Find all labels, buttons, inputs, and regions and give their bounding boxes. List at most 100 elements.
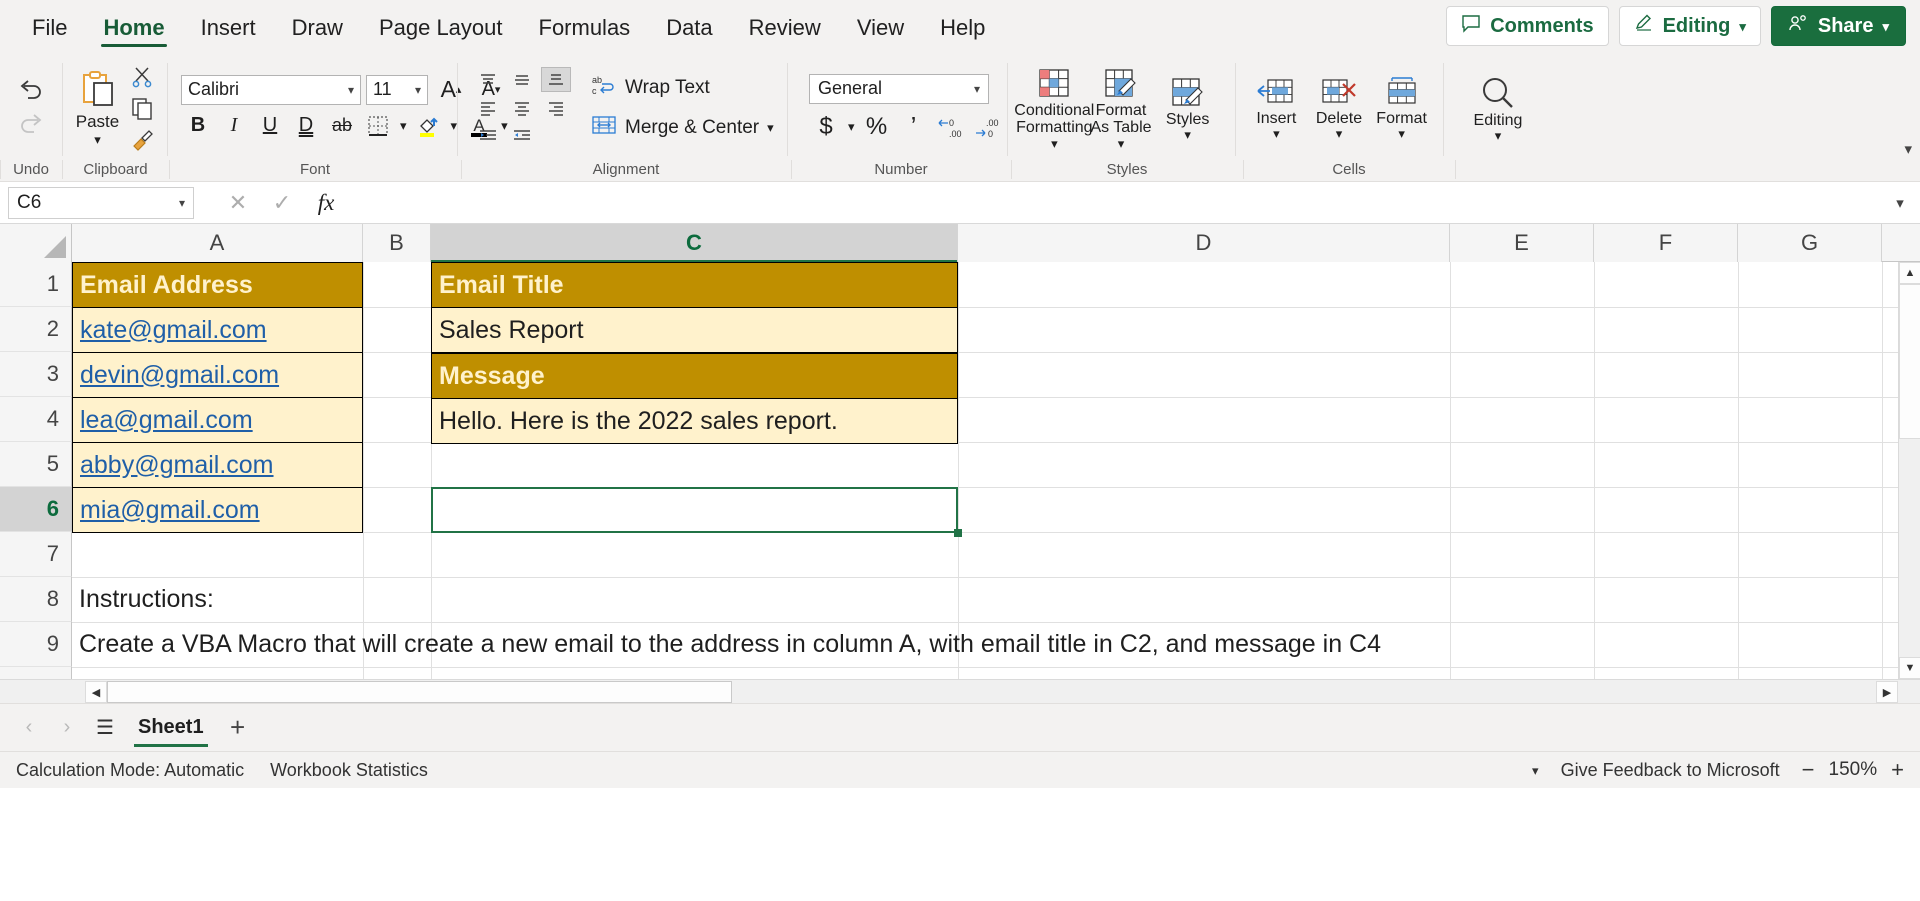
bold-button[interactable]: B bbox=[181, 111, 215, 141]
font-family-select[interactable]: Calibri ▾ bbox=[181, 74, 361, 105]
row-header-5[interactable]: 5 bbox=[0, 442, 72, 487]
tab-review[interactable]: Review bbox=[731, 0, 839, 55]
tab-insert[interactable]: Insert bbox=[183, 0, 274, 55]
vertical-scrollbar[interactable]: ▲ ▼ bbox=[1898, 262, 1920, 679]
percent-format-button[interactable]: % bbox=[860, 112, 894, 142]
chevron-down-icon[interactable]: ▾ bbox=[1184, 128, 1191, 141]
align-middle-button[interactable] bbox=[507, 67, 537, 92]
chevron-down-icon[interactable]: ▾ bbox=[1118, 137, 1125, 150]
cell-A3[interactable]: devin@gmail.com bbox=[72, 353, 363, 398]
horizontal-scrollbar[interactable]: ◀ ▶ bbox=[0, 679, 1920, 703]
cell-A1[interactable]: Email Address bbox=[72, 262, 363, 308]
row-header-9[interactable]: 9 bbox=[0, 622, 72, 667]
chevron-down-icon[interactable]: ▾ bbox=[1495, 129, 1502, 142]
row-header-7[interactable]: 7 bbox=[0, 532, 72, 577]
increase-decimal-button[interactable]: 0.00 bbox=[934, 112, 968, 142]
chevron-down-icon[interactable]: ▾ bbox=[1532, 764, 1539, 777]
align-top-button[interactable] bbox=[473, 67, 503, 92]
fill-handle[interactable] bbox=[954, 529, 962, 537]
format-as-table-button[interactable]: Format As Table ▾ bbox=[1090, 65, 1152, 150]
tab-home[interactable]: Home bbox=[85, 0, 182, 55]
cancel-formula-icon[interactable]: ✕ bbox=[216, 187, 260, 219]
chevron-down-icon[interactable]: ▾ bbox=[846, 120, 857, 133]
increase-indent-button[interactable] bbox=[507, 123, 537, 148]
cell-A6[interactable]: mia@gmail.com bbox=[72, 488, 363, 533]
format-cells-button[interactable]: Format ▾ bbox=[1371, 75, 1433, 140]
tab-help[interactable]: Help bbox=[922, 0, 1003, 55]
editing-button[interactable]: Editing ▾ bbox=[1453, 73, 1543, 142]
comma-format-button[interactable]: ’ bbox=[897, 111, 931, 142]
column-header-D[interactable]: D bbox=[958, 224, 1450, 262]
paste-button[interactable]: Paste ▾ bbox=[70, 69, 125, 146]
name-box[interactable]: C6 ▾ bbox=[8, 186, 194, 219]
give-feedback-link[interactable]: Give Feedback to Microsoft bbox=[1561, 760, 1780, 781]
cell-C1[interactable]: Email Title bbox=[431, 262, 958, 308]
delete-cells-button[interactable]: Delete ▾ bbox=[1308, 75, 1370, 140]
tab-page-layout[interactable]: Page Layout bbox=[361, 0, 521, 55]
wrap-text-button[interactable]: ab c Wrap Text bbox=[591, 72, 774, 104]
cell-styles-button[interactable]: Styles ▾ bbox=[1157, 74, 1219, 141]
decrease-decimal-button[interactable]: .00 0 bbox=[971, 112, 1005, 142]
number-format-select[interactable]: General ▾ bbox=[809, 73, 989, 104]
tab-view[interactable]: View bbox=[839, 0, 922, 55]
font-size-select[interactable]: 11 ▾ bbox=[366, 74, 428, 105]
cell-C3[interactable]: Message bbox=[431, 353, 958, 399]
column-header-C[interactable]: C bbox=[431, 224, 958, 263]
insert-function-icon[interactable]: fx bbox=[304, 187, 348, 219]
enter-formula-icon[interactable]: ✓ bbox=[260, 187, 304, 219]
vertical-scrollbar-thumb[interactable] bbox=[1899, 284, 1920, 439]
editing-mode-button[interactable]: Editing ▾ bbox=[1618, 6, 1761, 46]
horizontal-scrollbar-thumb[interactable] bbox=[107, 681, 732, 703]
chevron-down-icon[interactable]: ▾ bbox=[397, 119, 410, 132]
row-header-8[interactable]: 8 bbox=[0, 577, 72, 622]
scroll-right-button[interactable]: ▶ bbox=[1876, 681, 1898, 703]
align-bottom-button[interactable] bbox=[541, 67, 571, 92]
previous-sheet-button[interactable]: ‹ bbox=[10, 709, 48, 747]
undo-button[interactable] bbox=[14, 76, 48, 106]
row-header-6[interactable]: 6 bbox=[0, 487, 72, 532]
active-cell-selection[interactable] bbox=[431, 487, 958, 533]
add-sheet-button[interactable]: + bbox=[218, 708, 258, 748]
cell-A9[interactable]: Create a VBA Macro that will create a ne… bbox=[72, 622, 1832, 667]
chevron-down-icon[interactable]: ▾ bbox=[1336, 127, 1343, 140]
cell-A8[interactable]: Instructions: bbox=[72, 577, 952, 622]
decrease-indent-button[interactable] bbox=[473, 123, 503, 148]
row-header-3[interactable]: 3 bbox=[0, 352, 72, 397]
redo-button[interactable] bbox=[14, 110, 48, 140]
zoom-out-button[interactable]: − bbox=[1802, 757, 1815, 783]
column-header-E[interactable]: E bbox=[1450, 224, 1594, 262]
borders-button[interactable] bbox=[361, 111, 395, 141]
scroll-down-button[interactable]: ▼ bbox=[1899, 657, 1920, 679]
copy-button[interactable] bbox=[125, 93, 159, 123]
fill-color-button[interactable] bbox=[412, 111, 446, 141]
chevron-down-icon[interactable]: ▾ bbox=[1398, 127, 1405, 140]
row-header-10[interactable]: 10 bbox=[0, 667, 72, 679]
workbook-statistics-status[interactable]: Workbook Statistics bbox=[270, 760, 428, 781]
cell-C4[interactable]: Hello. Here is the 2022 sales report. bbox=[431, 399, 958, 444]
insert-cells-button[interactable]: Insert ▾ bbox=[1245, 75, 1307, 140]
all-sheets-menu-button[interactable]: ☰ bbox=[86, 709, 124, 747]
tab-data[interactable]: Data bbox=[648, 0, 730, 55]
chevron-down-icon[interactable]: ▾ bbox=[1051, 137, 1058, 150]
comments-button[interactable]: Comments bbox=[1446, 6, 1609, 46]
next-sheet-button[interactable]: › bbox=[48, 709, 86, 747]
zoom-level-label[interactable]: 150% bbox=[1829, 759, 1878, 781]
cell-A5[interactable]: abby@gmail.com bbox=[72, 443, 363, 488]
row-header-1[interactable]: 1 bbox=[0, 262, 72, 307]
cell-A4[interactable]: lea@gmail.com bbox=[72, 398, 363, 443]
row-header-2[interactable]: 2 bbox=[0, 307, 72, 352]
formula-input[interactable] bbox=[358, 187, 1880, 219]
chevron-down-icon[interactable]: ▾ bbox=[1273, 127, 1280, 140]
italic-button[interactable]: I bbox=[217, 111, 251, 141]
column-header-B[interactable]: B bbox=[363, 224, 431, 262]
zoom-in-button[interactable]: + bbox=[1891, 757, 1904, 783]
chevron-down-icon[interactable]: ▾ bbox=[94, 133, 101, 146]
row-header-4[interactable]: 4 bbox=[0, 397, 72, 442]
chevron-down-icon[interactable]: ▾ bbox=[767, 121, 774, 134]
align-left-button[interactable] bbox=[473, 95, 503, 120]
conditional-formatting-button[interactable]: Conditional Formatting ▾ bbox=[1014, 65, 1094, 150]
cut-button[interactable] bbox=[125, 62, 159, 92]
select-all-corner[interactable] bbox=[0, 224, 72, 262]
format-painter-button[interactable] bbox=[125, 124, 159, 154]
column-header-G[interactable]: G bbox=[1738, 224, 1882, 262]
